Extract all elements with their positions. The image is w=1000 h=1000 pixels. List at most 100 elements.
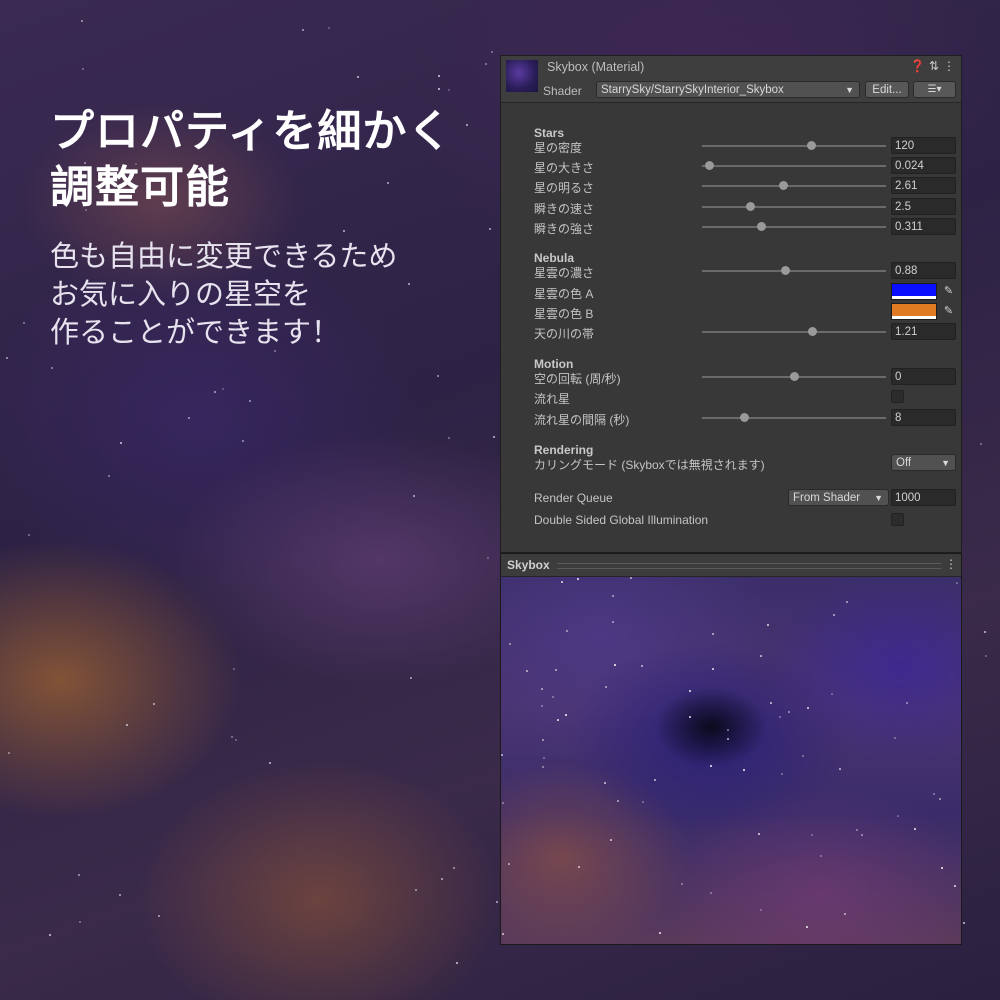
star-dot [630, 577, 632, 579]
star-dot [214, 391, 216, 393]
star-dot [82, 68, 84, 70]
preview-header[interactable]: Skybox ⋮ [501, 554, 961, 577]
prop-label-double-sided-gi: Double Sided Global Illumination [534, 513, 709, 527]
field-star-density[interactable]: 120 [891, 137, 956, 154]
star-dot [760, 909, 762, 911]
slider-sky-rotation[interactable] [702, 372, 886, 381]
slider-knob[interactable] [756, 222, 766, 231]
subcopy-line-2: お気に入りの星空を [50, 279, 312, 311]
slider-knob[interactable] [705, 161, 715, 170]
prop-label-nebula-color-a: 星雲の色 A [534, 287, 594, 301]
material-thumbnail [506, 60, 538, 92]
star-dot [542, 766, 544, 768]
star-dot [710, 765, 712, 767]
color-swatch-nebula-a[interactable] [891, 283, 937, 300]
prop-label-milky-way: 天の川の帯 [534, 327, 595, 341]
field-star-brightness[interactable]: 2.61 [891, 177, 956, 194]
star-dot [441, 878, 443, 880]
star-dot [489, 228, 491, 230]
field-twinkle-speed[interactable]: 2.5 [891, 198, 956, 215]
slider-star-size[interactable] [702, 161, 886, 170]
headline-line-2: 調整可能 [50, 163, 230, 212]
culling-mode-dropdown[interactable]: Off ▼ [891, 454, 956, 471]
checkbox-double-sided-gi[interactable] [891, 513, 904, 526]
field-nebula-density[interactable]: 0.88 [891, 262, 956, 279]
field-sky-rotation[interactable]: 0 [891, 368, 956, 385]
star-dot [526, 670, 528, 672]
star-dot [6, 357, 8, 359]
slider-star-density[interactable] [702, 141, 886, 150]
star-dot [861, 834, 863, 836]
star-dot [119, 894, 121, 896]
star-dot [541, 688, 543, 690]
slider-knob[interactable] [808, 327, 818, 336]
prop-label-nebula-density: 星雲の濃さ [534, 266, 595, 280]
checkbox-shooting-stars[interactable] [891, 390, 904, 403]
more-vertical-icon[interactable]: ⋮ [943, 59, 955, 73]
star-dot [78, 874, 80, 876]
slider-star-brightness[interactable] [702, 181, 886, 190]
chevron-down-icon: ▼ [874, 493, 883, 503]
slider-knob[interactable] [790, 372, 799, 381]
settings-sliders-icon[interactable]: ⇅ [929, 59, 939, 73]
star-dot [985, 655, 987, 657]
subcopy-line-3: 作ることができます！ [50, 317, 341, 349]
star-dot [712, 633, 714, 635]
star-dot [120, 442, 122, 444]
prop-label-shooting-stars: 流れ星 [534, 392, 571, 406]
slider-knob[interactable] [778, 181, 788, 190]
star-dot [410, 677, 412, 679]
shader-dropdown[interactable]: StarrySky/StarrySkyInterior_Skybox ▼ [596, 81, 860, 98]
prop-label-twinkle-speed: 瞬きの速さ [534, 202, 595, 216]
star-dot [894, 737, 896, 739]
star-dot [617, 800, 619, 802]
slider-nebula-density[interactable] [702, 266, 886, 275]
star-dot [51, 367, 53, 369]
star-dot [28, 534, 30, 536]
star-dot [806, 926, 808, 928]
slider-milky-way[interactable] [702, 327, 886, 336]
header-icons: ❓ ⇅ ⋮ [906, 59, 955, 73]
star-dot [23, 322, 25, 324]
prop-label-sky-rotation: 空の回転 (周/秒) [534, 372, 621, 386]
star-dot [269, 762, 271, 764]
edit-shader-button[interactable]: Edit... [865, 81, 909, 98]
field-render-queue[interactable]: 1000 [891, 489, 956, 506]
inspector-header: Skybox (Material) ❓ ⇅ ⋮ Shader StarrySky/S… [501, 56, 961, 103]
section-title-rendering: Rendering [534, 443, 594, 457]
star-dot [654, 779, 656, 781]
slider-twinkle-strength[interactable] [702, 222, 886, 231]
render-queue-dropdown[interactable]: From Shader ▼ [788, 489, 889, 506]
field-star-size[interactable]: 0.024 [891, 157, 956, 174]
slider-knob[interactable] [780, 266, 790, 275]
slider-twinkle-speed[interactable] [702, 202, 886, 211]
star-dot [839, 768, 841, 770]
more-vertical-icon[interactable]: ⋮ [945, 557, 957, 571]
star-dot [81, 20, 83, 22]
star-dot [413, 495, 415, 497]
star-dot [485, 63, 487, 65]
star-dot [604, 782, 606, 784]
star-dot [984, 631, 986, 633]
field-twinkle-strength[interactable]: 0.311 [891, 218, 956, 235]
star-dot [448, 437, 450, 439]
star-dot [543, 757, 545, 759]
eyedropper-icon[interactable]: ✎ [941, 303, 956, 320]
slider-knob[interactable] [806, 141, 816, 150]
shader-label: Shader [543, 84, 582, 98]
slider-knob[interactable] [745, 202, 755, 211]
star-dot [612, 595, 614, 597]
color-swatch-nebula-b[interactable] [891, 303, 937, 320]
drag-handle[interactable] [557, 563, 941, 569]
eyedropper-icon[interactable]: ✎ [941, 283, 956, 300]
star-dot [820, 855, 822, 857]
help-icon[interactable]: ❓ [910, 59, 925, 73]
chevron-down-icon: ▼ [845, 85, 854, 95]
field-shooting-interval[interactable]: 8 [891, 409, 956, 426]
field-milky-way[interactable]: 1.21 [891, 323, 956, 340]
list-menu-button[interactable]: ☰▾ [913, 81, 956, 98]
star-dot [712, 668, 714, 670]
star-dot [541, 705, 543, 707]
slider-shooting-interval[interactable] [702, 413, 886, 422]
slider-knob[interactable] [740, 413, 750, 422]
